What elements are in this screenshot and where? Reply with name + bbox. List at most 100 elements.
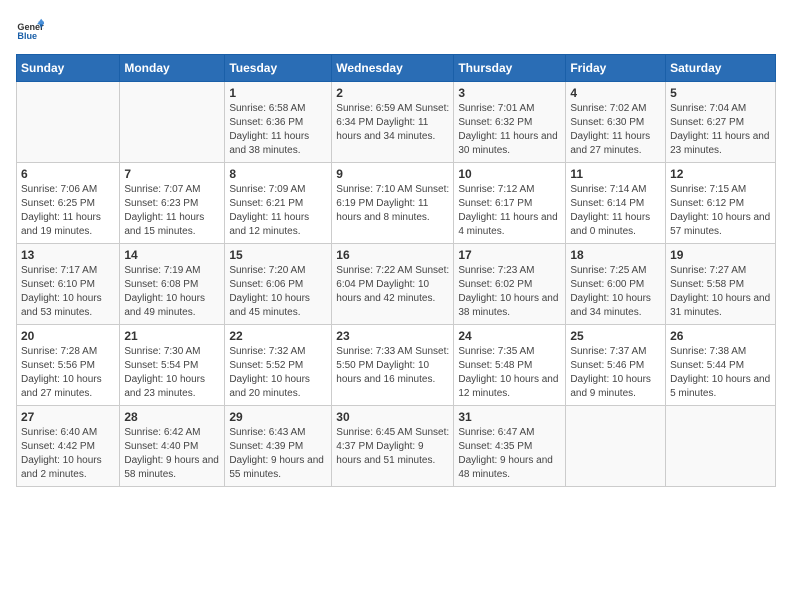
day-number: 6 <box>21 167 115 181</box>
day-info: Sunrise: 7:15 AM Sunset: 6:12 PM Dayligh… <box>670 183 771 239</box>
calendar-week-2: 6 Sunrise: 7:06 AM Sunset: 6:25 PM Daylig… <box>17 163 776 244</box>
day-number: 19 <box>670 248 771 262</box>
calendar-cell: 12 Sunrise: 7:15 AM Sunset: 6:12 PM Dayli… <box>666 163 776 244</box>
day-info: Sunrise: 7:14 AM Sunset: 6:14 PM Dayligh… <box>570 183 661 239</box>
calendar-cell: 26 Sunrise: 7:38 AM Sunset: 5:44 PM Dayli… <box>666 325 776 406</box>
day-info: Sunrise: 7:30 AM Sunset: 5:54 PM Dayligh… <box>124 345 220 401</box>
calendar-cell: 4 Sunrise: 7:02 AM Sunset: 6:30 PM Daylig… <box>566 82 666 163</box>
calendar-cell: 31 Sunrise: 6:47 AM Sunset: 4:35 PM Dayli… <box>454 406 566 487</box>
logo-icon: General Blue <box>16 16 44 44</box>
calendar-cell: 6 Sunrise: 7:06 AM Sunset: 6:25 PM Daylig… <box>17 163 120 244</box>
calendar-cell: 14 Sunrise: 7:19 AM Sunset: 6:08 PM Dayli… <box>120 244 225 325</box>
day-number: 4 <box>570 86 661 100</box>
day-number: 9 <box>336 167 449 181</box>
calendar-cell: 15 Sunrise: 7:20 AM Sunset: 6:06 PM Dayli… <box>225 244 332 325</box>
day-number: 11 <box>570 167 661 181</box>
page-header: General Blue <box>16 16 776 44</box>
weekday-header-friday: Friday <box>566 55 666 82</box>
day-info: Sunrise: 7:37 AM Sunset: 5:46 PM Dayligh… <box>570 345 661 401</box>
day-number: 15 <box>229 248 327 262</box>
calendar-cell: 25 Sunrise: 7:37 AM Sunset: 5:46 PM Dayli… <box>566 325 666 406</box>
calendar-cell: 2Sunrise: 6:59 AM Sunset: 6:34 PM Daylig… <box>332 82 454 163</box>
day-number: 8 <box>229 167 327 181</box>
day-number: 17 <box>458 248 561 262</box>
day-number: 31 <box>458 410 561 424</box>
day-info: Sunrise: 7:33 AM Sunset: 5:50 PM Dayligh… <box>336 345 449 387</box>
calendar-cell: 20Sunrise: 7:28 AM Sunset: 5:56 PM Dayli… <box>17 325 120 406</box>
calendar-cell: 3Sunrise: 7:01 AM Sunset: 6:32 PM Daylig… <box>454 82 566 163</box>
weekday-header-wednesday: Wednesday <box>332 55 454 82</box>
calendar-cell: 16 Sunrise: 7:22 AM Sunset: 6:04 PM Dayli… <box>332 244 454 325</box>
day-info: Sunrise: 7:27 AM Sunset: 5:58 PM Dayligh… <box>670 264 771 320</box>
day-info: Sunrise: 7:35 AM Sunset: 5:48 PM Dayligh… <box>458 345 561 401</box>
day-number: 16 <box>336 248 449 262</box>
calendar-cell: 22 Sunrise: 7:32 AM Sunset: 5:52 PM Dayli… <box>225 325 332 406</box>
day-number: 14 <box>124 248 220 262</box>
calendar-cell: 29 Sunrise: 6:43 AM Sunset: 4:39 PM Dayli… <box>225 406 332 487</box>
calendar-cell: 11 Sunrise: 7:14 AM Sunset: 6:14 PM Dayli… <box>566 163 666 244</box>
day-info: Sunrise: 7:10 AM Sunset: 6:19 PM Dayligh… <box>336 183 449 225</box>
calendar-cell <box>17 82 120 163</box>
day-info: Sunrise: 7:01 AM Sunset: 6:32 PM Dayligh… <box>458 102 561 158</box>
day-info: Sunrise: 7:07 AM Sunset: 6:23 PM Dayligh… <box>124 183 220 239</box>
day-number: 12 <box>670 167 771 181</box>
calendar-week-3: 13Sunrise: 7:17 AM Sunset: 6:10 PM Dayli… <box>17 244 776 325</box>
day-info: Sunrise: 7:19 AM Sunset: 6:08 PM Dayligh… <box>124 264 220 320</box>
calendar-cell: 7 Sunrise: 7:07 AM Sunset: 6:23 PM Daylig… <box>120 163 225 244</box>
day-number: 7 <box>124 167 220 181</box>
weekday-header-saturday: Saturday <box>666 55 776 82</box>
calendar-body: 1 Sunrise: 6:58 AM Sunset: 6:36 PM Daylig… <box>17 82 776 487</box>
calendar-cell: 17Sunrise: 7:23 AM Sunset: 6:02 PM Dayli… <box>454 244 566 325</box>
day-info: Sunrise: 6:42 AM Sunset: 4:40 PM Dayligh… <box>124 426 220 482</box>
day-info: Sunrise: 7:17 AM Sunset: 6:10 PM Dayligh… <box>21 264 115 320</box>
calendar-week-4: 20Sunrise: 7:28 AM Sunset: 5:56 PM Dayli… <box>17 325 776 406</box>
day-info: Sunrise: 7:02 AM Sunset: 6:30 PM Dayligh… <box>570 102 661 158</box>
svg-text:Blue: Blue <box>17 31 37 41</box>
day-number: 27 <box>21 410 115 424</box>
day-info: Sunrise: 7:22 AM Sunset: 6:04 PM Dayligh… <box>336 264 449 306</box>
day-info: Sunrise: 7:32 AM Sunset: 5:52 PM Dayligh… <box>229 345 327 401</box>
calendar-cell: 21 Sunrise: 7:30 AM Sunset: 5:54 PM Dayli… <box>120 325 225 406</box>
calendar-cell: 30Sunrise: 6:45 AM Sunset: 4:37 PM Dayli… <box>332 406 454 487</box>
day-info: Sunrise: 7:38 AM Sunset: 5:44 PM Dayligh… <box>670 345 771 401</box>
calendar-header-row: SundayMondayTuesdayWednesdayThursdayFrid… <box>17 55 776 82</box>
calendar-week-5: 27 Sunrise: 6:40 AM Sunset: 4:42 PM Dayli… <box>17 406 776 487</box>
day-number: 26 <box>670 329 771 343</box>
day-info: Sunrise: 7:25 AM Sunset: 6:00 PM Dayligh… <box>570 264 661 320</box>
day-info: Sunrise: 6:43 AM Sunset: 4:39 PM Dayligh… <box>229 426 327 482</box>
calendar-cell: 10Sunrise: 7:12 AM Sunset: 6:17 PM Dayli… <box>454 163 566 244</box>
calendar-cell: 28 Sunrise: 6:42 AM Sunset: 4:40 PM Dayli… <box>120 406 225 487</box>
day-number: 1 <box>229 86 327 100</box>
day-info: Sunrise: 6:58 AM Sunset: 6:36 PM Dayligh… <box>229 102 327 158</box>
day-number: 29 <box>229 410 327 424</box>
calendar-cell: 8 Sunrise: 7:09 AM Sunset: 6:21 PM Daylig… <box>225 163 332 244</box>
calendar-cell: 18 Sunrise: 7:25 AM Sunset: 6:00 PM Dayli… <box>566 244 666 325</box>
weekday-header-sunday: Sunday <box>17 55 120 82</box>
day-info: Sunrise: 7:06 AM Sunset: 6:25 PM Dayligh… <box>21 183 115 239</box>
calendar-cell: 1 Sunrise: 6:58 AM Sunset: 6:36 PM Daylig… <box>225 82 332 163</box>
calendar-cell: 23Sunrise: 7:33 AM Sunset: 5:50 PM Dayli… <box>332 325 454 406</box>
day-info: Sunrise: 6:59 AM Sunset: 6:34 PM Dayligh… <box>336 102 449 144</box>
day-info: Sunrise: 7:20 AM Sunset: 6:06 PM Dayligh… <box>229 264 327 320</box>
day-number: 25 <box>570 329 661 343</box>
calendar-cell: 19 Sunrise: 7:27 AM Sunset: 5:58 PM Dayli… <box>666 244 776 325</box>
day-info: Sunrise: 7:09 AM Sunset: 6:21 PM Dayligh… <box>229 183 327 239</box>
weekday-header-tuesday: Tuesday <box>225 55 332 82</box>
day-number: 30 <box>336 410 449 424</box>
day-number: 24 <box>458 329 561 343</box>
day-info: Sunrise: 7:28 AM Sunset: 5:56 PM Dayligh… <box>21 345 115 401</box>
day-info: Sunrise: 6:40 AM Sunset: 4:42 PM Dayligh… <box>21 426 115 482</box>
day-number: 18 <box>570 248 661 262</box>
day-info: Sunrise: 7:12 AM Sunset: 6:17 PM Dayligh… <box>458 183 561 239</box>
calendar-cell: 5Sunrise: 7:04 AM Sunset: 6:27 PM Daylig… <box>666 82 776 163</box>
calendar-cell <box>566 406 666 487</box>
day-number: 28 <box>124 410 220 424</box>
calendar-cell <box>120 82 225 163</box>
calendar-cell <box>666 406 776 487</box>
calendar-week-1: 1 Sunrise: 6:58 AM Sunset: 6:36 PM Daylig… <box>17 82 776 163</box>
day-number: 22 <box>229 329 327 343</box>
day-info: Sunrise: 6:47 AM Sunset: 4:35 PM Dayligh… <box>458 426 561 482</box>
day-number: 21 <box>124 329 220 343</box>
logo: General Blue <box>16 16 48 44</box>
weekday-header-thursday: Thursday <box>454 55 566 82</box>
